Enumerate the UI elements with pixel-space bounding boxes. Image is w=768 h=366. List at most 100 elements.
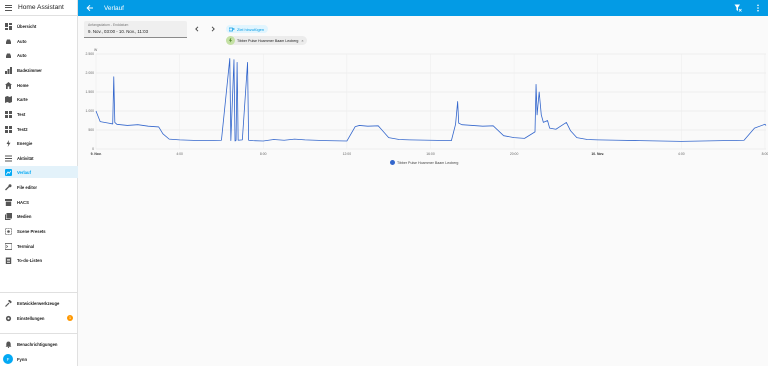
next-range-button[interactable] [208, 24, 218, 34]
x-tick-label: 10. Nov. [591, 152, 604, 156]
sidebar-item-label: Entwicklerwerkzeuge [17, 300, 60, 306]
y-tick-label: 0 [92, 147, 94, 151]
date-range-picker[interactable]: Anfangsdatum - Enddatum 9. Nov., 03:00 -… [84, 21, 187, 38]
dashboard-icon [5, 22, 12, 30]
hammer-icon [5, 299, 12, 307]
sidebar-item-label: To-do-Listen [17, 257, 43, 263]
sidebar-item-verlauf[interactable]: Verlauf [0, 166, 78, 178]
sidebar-item-test2[interactable]: Test2 [0, 123, 78, 135]
sidebar-item-label: Einstellungen [17, 315, 45, 321]
sidebar-item-terminal[interactable]: Terminal [0, 240, 78, 252]
close-icon[interactable]: × [301, 39, 303, 43]
sidebar-item-label: Auto [17, 38, 27, 44]
x-tick-label: 4:00 [678, 152, 685, 156]
y-tick-label: 500 [88, 128, 94, 132]
media-icon [5, 212, 12, 220]
car-icon [5, 52, 12, 59]
sidebar-item-label: HACS [17, 199, 29, 205]
back-arrow-icon[interactable] [84, 2, 96, 14]
y-tick-label: 2.000 [86, 71, 95, 75]
chevron-left-icon [195, 26, 199, 32]
car-icon [5, 38, 12, 45]
add-target-button[interactable]: Ziel hinzufügen [226, 25, 269, 33]
x-tick-label: 8:00 [762, 152, 768, 156]
sidebar-item-energie[interactable]: Energie [0, 137, 78, 149]
chevron-right-icon [211, 26, 215, 32]
sidebar-item-badezimmer[interactable]: Badezimmer [0, 64, 78, 76]
sidebar-item-medien[interactable]: Medien [0, 210, 78, 222]
entity-chip[interactable]: Tibber Pulse Hoammer Baam Leoberg × [226, 36, 307, 45]
sidebar-item-label: Auto [17, 52, 27, 58]
app-title: Home Assistant [18, 4, 64, 11]
sidebar: Home Assistant Übersicht Auto Auto Badez… [0, 0, 78, 366]
app: Home Assistant Übersicht Auto Auto Badez… [0, 0, 768, 366]
sidebar-item-dev-tools[interactable]: Entwicklerwerkzeuge [0, 297, 78, 309]
sidebar-item-settings[interactable]: Einstellungen 1 [0, 312, 78, 324]
sidebar-item-label: Medien [17, 213, 32, 219]
sidebar-item-test[interactable]: Test [0, 108, 78, 120]
date-range-value: 9. Nov., 03:00 - 10. Nov., 11:03 [88, 29, 149, 34]
top-app-bar: Verlauf [78, 0, 768, 16]
toolbar-actions [732, 2, 764, 14]
sidebar-item-file-editor[interactable]: File editor [0, 181, 78, 193]
sidebar-item-aktivitaet[interactable]: Aktivität [0, 152, 78, 164]
console-icon [5, 242, 12, 250]
menu-icon[interactable] [5, 4, 12, 11]
sidebar-item-hacs[interactable]: HACS [0, 196, 78, 208]
map-icon [5, 95, 12, 103]
x-tick-label: 20:00 [510, 152, 519, 156]
chart-box-icon [5, 168, 12, 176]
sidebar-item-auto-2[interactable]: Auto [0, 49, 78, 61]
chart-legend[interactable]: Tibber Pulse Hoammer Baam Leoberg [390, 160, 458, 165]
x-tick-label: 9. Nov. [91, 152, 102, 156]
sidebar-item-label: Verlauf [17, 169, 31, 175]
previous-range-button[interactable] [192, 24, 202, 34]
history-chart[interactable]: W2.500 2.000 1.500 1.000 500 09. Nov. 4:00 8:00… [78, 46, 768, 176]
sidebar-item-auto[interactable]: Auto [0, 35, 78, 47]
x-tick-label: 4:00 [176, 152, 183, 156]
add-target-label: Ziel hinzufügen [237, 26, 265, 32]
sidebar-item-label: Benachrichtigungen [17, 341, 58, 347]
list-icon [5, 155, 12, 162]
chart-icon [5, 66, 12, 74]
sidebar-item-label: File editor [17, 184, 38, 190]
sidebar-divider [0, 292, 78, 293]
sidebar-item-home[interactable]: Home [0, 79, 78, 91]
store-icon [5, 198, 12, 206]
x-tick-label: 16:00 [426, 152, 435, 156]
sidebar-item-notifications[interactable]: Benachrichtigungen [0, 338, 78, 350]
more-vert-icon[interactable] [752, 2, 764, 14]
legend-swatch [390, 160, 395, 165]
sidebar-item-label: Test2 [17, 126, 28, 132]
page-title: Verlauf [104, 4, 124, 12]
meter-icon [226, 36, 235, 45]
sidebar-item-label: Übersicht [17, 23, 37, 29]
avatar: F [3, 354, 13, 364]
series-line [95, 58, 767, 142]
wrench-icon [5, 183, 12, 191]
filter-remove-icon[interactable] [732, 2, 744, 14]
sidebar-item-label: Terminal [17, 243, 35, 249]
sidebar-item-label: Energie [17, 140, 33, 146]
y-tick-label: 1.500 [86, 90, 95, 94]
sidebar-item-uebersicht[interactable]: Übersicht [0, 20, 78, 32]
date-range-label: Anfangsdatum - Enddatum [88, 23, 129, 27]
sidebar-header: Home Assistant [0, 0, 77, 16]
sidebar-item-label: Scene Presets [17, 228, 46, 234]
sidebar-item-label: Home [17, 82, 29, 88]
x-tick-label: 12:00 [343, 152, 352, 156]
sidebar-item-label: Badezimmer [17, 67, 42, 73]
y-tick-label: 1.000 [86, 109, 95, 113]
lightning-icon [5, 139, 12, 147]
sidebar-item-karte[interactable]: Karte [0, 93, 78, 105]
home-icon [5, 81, 12, 89]
grid-icon [5, 110, 12, 118]
sidebar-item-scene-presets[interactable]: Scene Presets [0, 225, 78, 237]
sidebar-item-user[interactable]: F Fynn [0, 353, 78, 365]
legend-label: Tibber Pulse Hoammer Baam Leoberg [397, 160, 459, 165]
bell-icon [5, 341, 12, 348]
entity-chip-label: Tibber Pulse Hoammer Baam Leoberg [237, 38, 299, 43]
sidebar-item-todo[interactable]: To-do-Listen [0, 254, 78, 266]
x-tick-label: 8:00 [260, 152, 267, 156]
sidebar-item-label: Karte [17, 96, 28, 102]
